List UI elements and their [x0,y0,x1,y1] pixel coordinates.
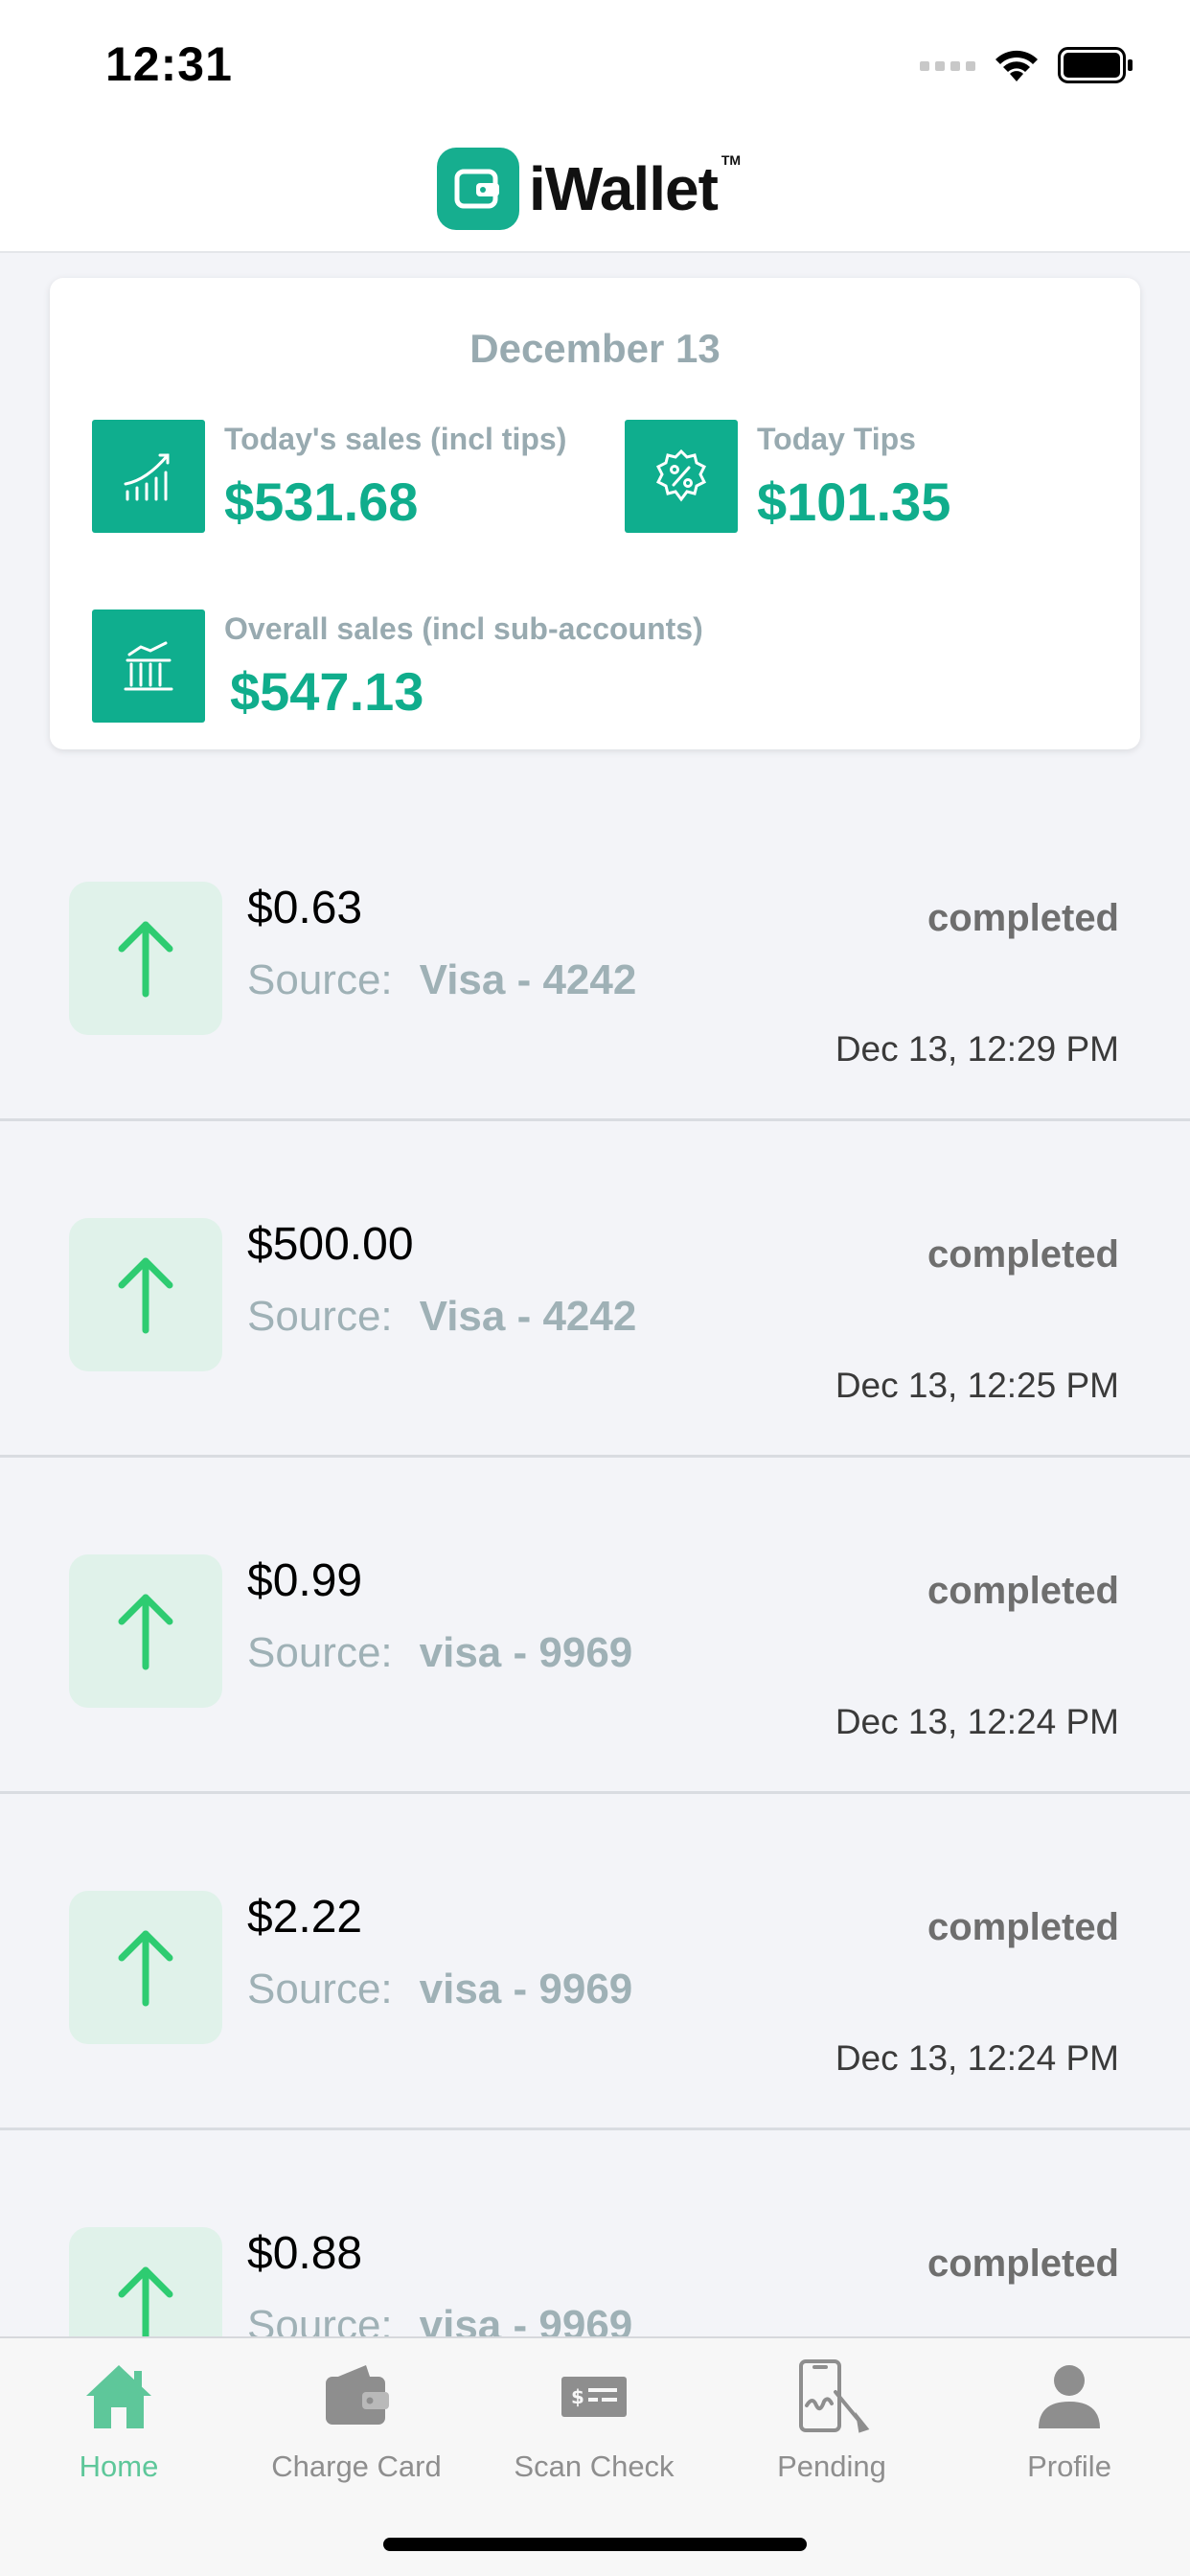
source-value: Visa - 4242 [419,1293,637,1340]
overall-sales-stat: Overall sales (incl sub-accounts) $547.1… [92,610,703,723]
today-sales-label: Today's sales (incl tips) [224,422,567,456]
transaction-status: completed [927,2242,1119,2285]
source-label: Source: [247,1629,393,1676]
transaction-status: completed [927,1233,1119,1276]
arrow-up-icon [69,1891,222,2044]
transaction-row[interactable]: $0.63 Source: Visa - 4242 completed Dec 1… [0,786,1190,1121]
status-time: 12:31 [105,37,233,91]
tab-home[interactable]: Home [0,2354,238,2497]
tab-label: Scan Check [514,2450,675,2483]
transaction-status: completed [927,1570,1119,1612]
transaction-source: Source: visa - 9969 [247,1629,632,1677]
transaction-time: Dec 13, 12:25 PM [835,1366,1119,1405]
source-label: Source: [247,2302,393,2336]
transaction-amount: $0.88 [247,2228,363,2279]
transaction-status: completed [927,897,1119,939]
wifi-icon [995,50,1038,81]
source-label: Source: [247,956,393,1003]
tab-scan-check[interactable]: $ Scan Check [475,2354,713,2497]
transaction-row[interactable]: $2.22 Source: visa - 9969 completed Dec 1… [0,1795,1190,2130]
tab-pending[interactable]: Pending [713,2354,950,2497]
sales-summary-card: December 13 Today's sales (incl tips) $5… [50,278,1140,749]
source-value: Visa - 4242 [419,956,637,1003]
home-icon [82,2354,155,2438]
today-sales-stat: Today's sales (incl tips) $531.68 [92,420,566,533]
pending-icon [793,2354,870,2438]
transaction-list[interactable]: $0.63 Source: Visa - 4242 completed Dec 1… [0,786,1190,2336]
arrow-up-icon [69,2227,222,2336]
tab-label: Charge Card [271,2450,442,2483]
arrow-up-icon [69,882,222,1035]
transaction-row[interactable]: $0.88 Source: visa - 9969 completed [0,2131,1190,2336]
transaction-amount: $2.22 [247,1892,363,1943]
transaction-source: Source: visa - 9969 [247,2302,632,2336]
transaction-row[interactable]: $500.00 Source: Visa - 4242 completed Dec… [0,1122,1190,1458]
transaction-amount: $500.00 [247,1219,414,1270]
transaction-source: Source: visa - 9969 [247,1966,632,2013]
source-value: visa - 9969 [419,2302,633,2336]
tab-charge-card[interactable]: Charge Card [238,2354,475,2497]
transaction-source: Source: Visa - 4242 [247,956,636,1004]
battery-icon [1058,47,1133,83]
growth-chart-icon [92,420,205,533]
profile-icon [1033,2354,1106,2438]
today-tips-label: Today Tips [757,422,916,456]
source-label: Source: [247,1293,393,1340]
tab-label: Home [79,2450,159,2483]
today-tips-stat: Today Tips $101.35 [625,420,950,533]
wallet-logo-icon [437,148,519,230]
status-icons [920,46,1134,84]
transaction-amount: $0.99 [247,1555,363,1606]
logo-text: iWallet [529,154,719,223]
tab-label: Pending [777,2450,886,2483]
arrow-up-icon [69,1218,222,1371]
transaction-time: Dec 13, 12:29 PM [835,1029,1119,1069]
summary-date: December 13 [469,326,721,371]
today-tips-value: $101.35 [757,472,951,532]
tab-label: Profile [1027,2450,1111,2483]
today-sales-value: $531.68 [224,472,419,532]
arrow-up-icon [69,1554,222,1708]
tab-profile[interactable]: Profile [950,2354,1188,2497]
home-indicator[interactable] [383,2538,807,2551]
transaction-amount: $0.63 [247,883,363,933]
source-label: Source: [247,1966,393,2012]
source-value: visa - 9969 [419,1629,633,1676]
check-icon: $ [558,2354,630,2438]
app-logo: iWallet TM [437,146,741,232]
app-header: iWallet TM [0,126,1190,253]
svg-text:$: $ [571,2385,584,2408]
transaction-status: completed [927,1906,1119,1948]
transaction-source: Source: Visa - 4242 [247,1293,636,1341]
signal-icon [920,61,975,71]
overall-sales-value: $547.13 [230,661,424,722]
status-bar: 12:31 [0,0,1190,126]
wallet-icon [320,2354,393,2438]
bank-chart-icon [92,610,205,723]
overall-sales-label: Overall sales (incl sub-accounts) [224,611,703,646]
transaction-row[interactable]: $0.99 Source: visa - 9969 completed Dec 1… [0,1459,1190,1794]
transaction-time: Dec 13, 12:24 PM [835,1702,1119,1741]
transaction-time: Dec 13, 12:24 PM [835,2038,1119,2078]
source-value: visa - 9969 [419,1966,633,2012]
percent-badge-icon [625,420,738,533]
logo-trademark: TM [721,152,742,168]
